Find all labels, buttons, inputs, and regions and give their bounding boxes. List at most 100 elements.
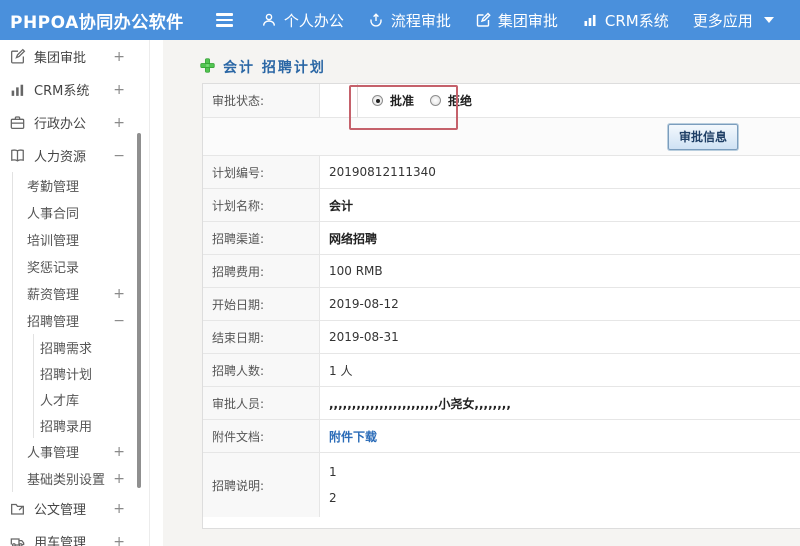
sidebar-scrollbar[interactable] bbox=[137, 133, 141, 488]
sidebar-label: 考勤管理 bbox=[27, 180, 80, 195]
person-icon bbox=[261, 12, 277, 28]
sidebar-item-documents[interactable]: 公文管理 + bbox=[0, 492, 149, 525]
plan-name-label: 计划名称: bbox=[203, 189, 320, 221]
nav-label: CRM系统 bbox=[604, 11, 669, 30]
sidebar-item-group-approval[interactable]: 集团审批 + bbox=[0, 40, 149, 73]
sidebar-item-admin-office[interactable]: 行政办公 + bbox=[0, 106, 149, 139]
approvers-value: ,,,,,,,,,,,,,,,,,,,,,,,,小尧女,,,,,,,, bbox=[329, 396, 511, 411]
sidebar-item-base-category[interactable]: 基础类别设置 + bbox=[13, 465, 149, 492]
sidebar-item-recruit-mgmt[interactable]: 招聘管理 − bbox=[13, 307, 149, 334]
recruit-cost-value: 100 RMB bbox=[329, 264, 383, 278]
nav-personal-office[interactable]: 个人办公 bbox=[261, 10, 344, 31]
expand-toggle[interactable]: + bbox=[113, 535, 125, 546]
briefcase-icon bbox=[9, 114, 26, 131]
end-date-value: 2019-08-31 bbox=[329, 330, 399, 344]
bar-chart-icon bbox=[582, 12, 598, 28]
table-row: 招聘人数: 1 人 bbox=[203, 354, 800, 387]
app-logo: PHPOA协同办公软件 bbox=[10, 12, 184, 33]
sidebar-label: 薪资管理 bbox=[27, 288, 80, 303]
collapse-toggle[interactable]: − bbox=[113, 314, 125, 328]
sidebar-label: 集团审批 bbox=[34, 51, 87, 66]
sidebar-label: CRM系统 bbox=[34, 84, 90, 99]
reject-radio-label: 拒绝 bbox=[448, 94, 473, 108]
sidebar-label: 用车管理 bbox=[34, 536, 87, 546]
nav-more-apps[interactable]: 更多应用 bbox=[693, 10, 774, 31]
recruit-channel-value: 网络招聘 bbox=[329, 231, 378, 246]
sidebar-item-talent-pool[interactable]: 人才库 bbox=[34, 386, 149, 412]
plan-number-value: 20190812111340 bbox=[329, 165, 436, 179]
truck-icon bbox=[9, 533, 26, 546]
table-row: 计划编号: 20190812111340 bbox=[203, 156, 800, 189]
bar-chart-icon bbox=[9, 81, 26, 98]
approval-info-button[interactable]: 审批信息 bbox=[667, 123, 738, 150]
expand-toggle[interactable]: + bbox=[113, 472, 125, 486]
sidebar-item-personnel-mgmt[interactable]: 人事管理 + bbox=[13, 438, 149, 465]
sidebar-label: 招聘需求 bbox=[40, 341, 93, 357]
nav-label: 流程审批 bbox=[390, 11, 451, 30]
description-line: 1 bbox=[329, 465, 337, 479]
expand-toggle[interactable]: + bbox=[113, 287, 125, 301]
recruit-description-label: 招聘说明: bbox=[203, 453, 320, 517]
top-nav: 个人办公 流程审批 集团审批 CRM系统 更多应用 bbox=[261, 10, 798, 31]
sidebar-item-hr-contract[interactable]: 人事合同 bbox=[13, 199, 149, 226]
sidebar-item-salary[interactable]: 薪资管理 + bbox=[13, 280, 149, 307]
sidebar-item-vehicle[interactable]: 用车管理 + bbox=[0, 525, 149, 546]
sidebar: 集团审批 + CRM系统 + 行政办公 + 人力资源 − 考勤管理 人事合同 培… bbox=[0, 40, 150, 546]
plan-number-label: 计划编号: bbox=[203, 156, 320, 188]
sidebar-item-recruit-demand[interactable]: 招聘需求 bbox=[34, 334, 149, 360]
top-bar: PHPOA协同办公软件 个人办公 流程审批 集团审批 CRM系统 更多应用 bbox=[0, 0, 800, 40]
expand-toggle[interactable]: + bbox=[113, 116, 125, 130]
nav-group-approval[interactable]: 集团审批 bbox=[475, 10, 558, 31]
table-row: 附件文档: 附件下载 bbox=[203, 420, 800, 453]
headcount-label: 招聘人数: bbox=[203, 354, 320, 386]
caret-down-icon bbox=[763, 17, 774, 23]
nav-process-approval[interactable]: 流程审批 bbox=[368, 10, 451, 31]
table-row: 招聘费用: 100 RMB bbox=[203, 255, 800, 288]
end-date-label: 结束日期: bbox=[203, 321, 320, 353]
approvers-label: 审批人员: bbox=[203, 387, 320, 419]
sidebar-item-recruit-hire[interactable]: 招聘录用 bbox=[34, 412, 149, 438]
attachment-label: 附件文档: bbox=[203, 420, 320, 452]
expand-toggle[interactable]: + bbox=[113, 50, 125, 64]
expand-toggle[interactable]: + bbox=[113, 445, 125, 459]
book-icon bbox=[9, 147, 26, 164]
hamburger-menu-icon[interactable] bbox=[215, 13, 233, 27]
sidebar-label: 招聘管理 bbox=[27, 315, 80, 330]
sidebar-label: 人才库 bbox=[40, 393, 80, 409]
sidebar-label: 公文管理 bbox=[34, 503, 87, 518]
page-title-text: 会计 招聘计划 bbox=[223, 60, 326, 76]
nav-label: 集团审批 bbox=[497, 11, 558, 30]
sidebar-label: 人事管理 bbox=[27, 446, 80, 461]
sidebar-item-crm[interactable]: CRM系统 + bbox=[0, 73, 149, 106]
attachment-download-link[interactable]: 附件下载 bbox=[329, 428, 377, 445]
sidebar-label: 奖惩记录 bbox=[27, 261, 80, 276]
recruit-submenu: 招聘需求 招聘计划 人才库 招聘录用 bbox=[33, 334, 149, 438]
expand-toggle[interactable]: + bbox=[113, 83, 125, 97]
plan-name-value: 会计 bbox=[329, 198, 354, 213]
edit-square-icon bbox=[9, 48, 26, 65]
sidebar-item-hr[interactable]: 人力资源 − bbox=[0, 139, 149, 172]
plus-icon bbox=[200, 57, 215, 77]
sidebar-item-training[interactable]: 培训管理 bbox=[13, 226, 149, 253]
table-row: 招聘渠道: 网络招聘 bbox=[203, 222, 800, 255]
table-row: 审批人员: ,,,,,,,,,,,,,,,,,,,,,,,,小尧女,,,,,,,… bbox=[203, 387, 800, 420]
sidebar-label: 招聘计划 bbox=[40, 367, 93, 383]
sidebar-item-attendance[interactable]: 考勤管理 bbox=[13, 172, 149, 199]
approve-radio-label: 批准 bbox=[390, 94, 415, 108]
expand-toggle[interactable]: + bbox=[113, 502, 125, 516]
description-line: 2 bbox=[329, 491, 337, 505]
sidebar-item-recruit-plan[interactable]: 招聘计划 bbox=[34, 360, 149, 386]
start-date-label: 开始日期: bbox=[203, 288, 320, 320]
sidebar-item-rewards[interactable]: 奖惩记录 bbox=[13, 253, 149, 280]
approval-radio-group: 批准 拒绝 bbox=[357, 84, 488, 117]
reject-radio[interactable] bbox=[430, 95, 442, 106]
process-icon bbox=[368, 12, 384, 28]
table-row: 结束日期: 2019-08-31 bbox=[203, 321, 800, 354]
collapse-toggle[interactable]: − bbox=[113, 149, 125, 163]
nav-crm-system[interactable]: CRM系统 bbox=[582, 10, 669, 31]
approval-status-label: 审批状态: bbox=[203, 84, 320, 117]
table-row: 计划名称: 会计 bbox=[203, 189, 800, 222]
approve-radio[interactable] bbox=[372, 95, 383, 106]
table-row: 招聘说明: 1 2 bbox=[203, 453, 800, 517]
headcount-value: 1 人 bbox=[329, 363, 353, 378]
